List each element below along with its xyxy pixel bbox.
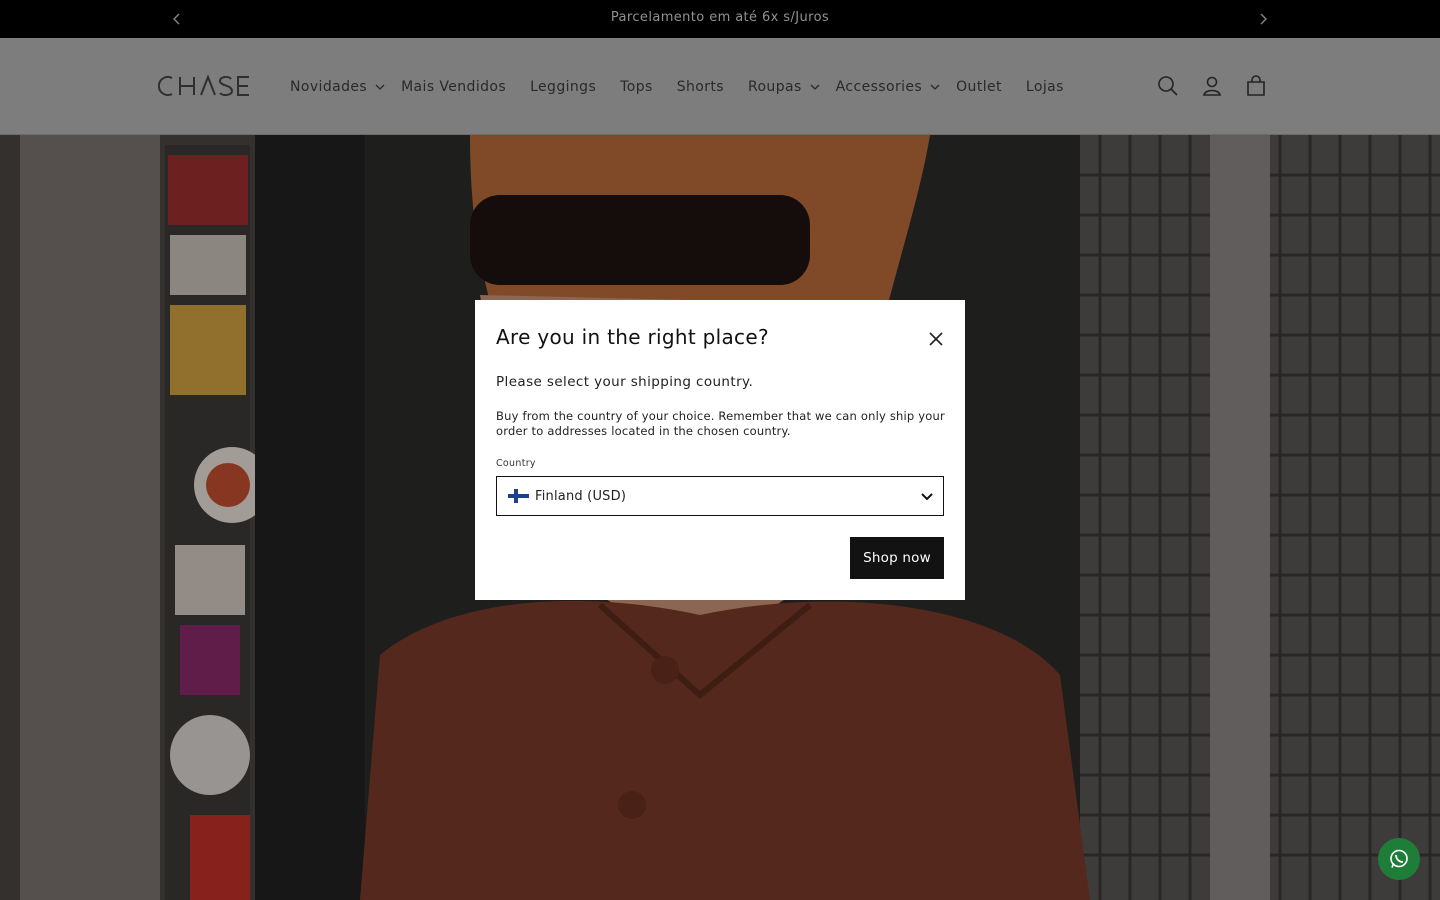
modal-description: Buy from the country of your choice. Rem… — [496, 409, 945, 438]
shop-now-button[interactable]: Shop now — [850, 537, 944, 579]
country-selector-modal: Are you in the right place? Please selec… — [475, 300, 965, 600]
whatsapp-icon — [1390, 849, 1408, 868]
close-icon — [929, 332, 943, 346]
close-button[interactable] — [925, 328, 947, 350]
modal-subtitle: Please select your shipping country. — [496, 374, 754, 390]
whatsapp-button[interactable] — [1378, 838, 1420, 880]
finland-flag-icon — [508, 489, 529, 503]
country-select-value: Finland (USD) — [535, 488, 627, 504]
country-select[interactable]: Finland (USD) — [496, 476, 944, 516]
country-field-label: Country — [496, 458, 536, 469]
chevron-down-icon — [920, 490, 934, 504]
modal-title: Are you in the right place? — [496, 325, 769, 349]
